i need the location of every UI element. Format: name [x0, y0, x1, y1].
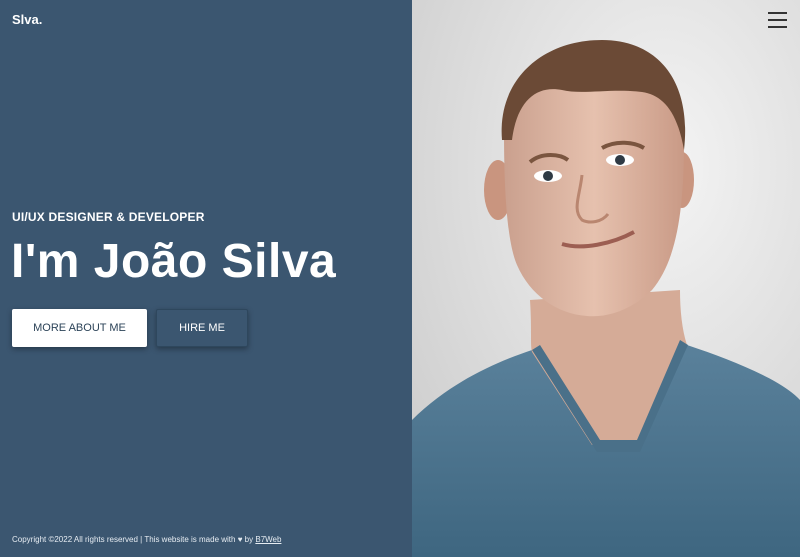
site-logo[interactable]: Slva. — [12, 12, 42, 27]
footer-text: Copyright ©2022 All rights reserved | Th… — [12, 535, 254, 544]
hire-me-button[interactable]: HIRE ME — [156, 309, 248, 347]
footer-copyright: Copyright ©2022 All rights reserved | Th… — [12, 535, 281, 544]
portrait-photo — [412, 0, 800, 557]
more-about-me-button[interactable]: MORE ABOUT ME — [12, 309, 147, 347]
hero-panel: Slva. UI/UX DESIGNER & DEVELOPER I'm Joã… — [0, 0, 412, 557]
menu-line — [768, 26, 787, 28]
hamburger-menu-icon[interactable] — [768, 12, 787, 28]
footer-link[interactable]: B7Web — [255, 535, 281, 544]
hero-headline: I'm João Silva — [11, 235, 337, 288]
hero-subtitle: UI/UX DESIGNER & DEVELOPER — [12, 210, 205, 224]
menu-line — [768, 12, 787, 14]
portrait-panel — [412, 0, 800, 557]
menu-line — [768, 19, 787, 21]
